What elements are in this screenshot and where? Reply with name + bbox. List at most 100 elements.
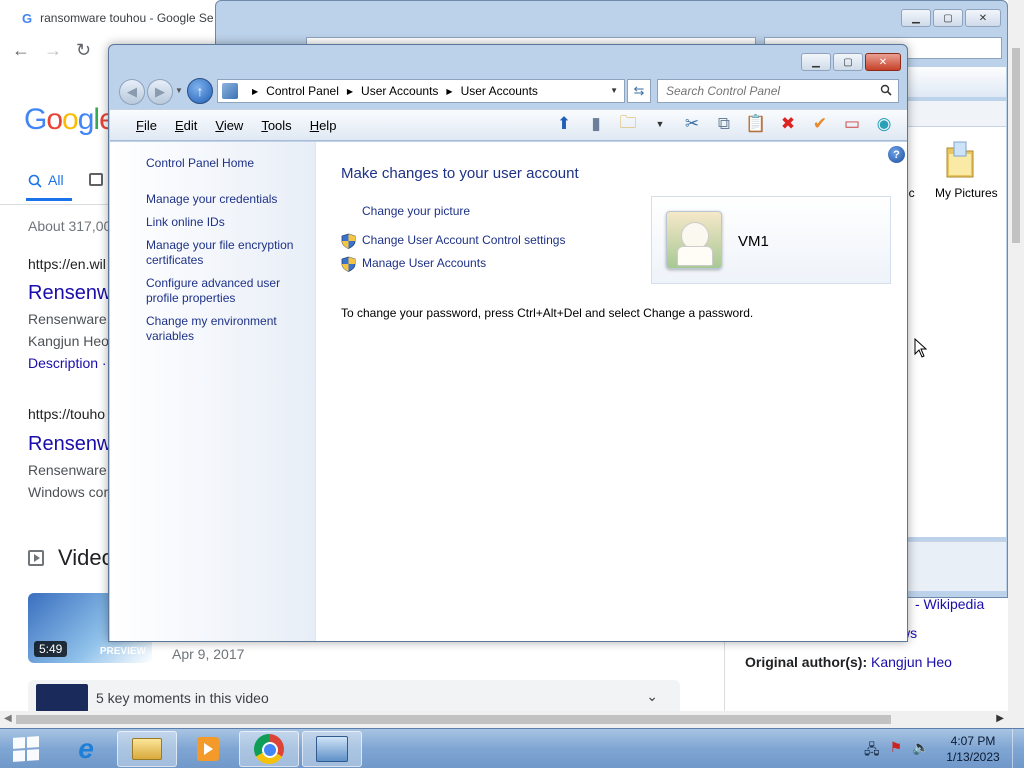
windows-logo-icon bbox=[13, 736, 39, 762]
result-snippet: Rensenware bbox=[28, 311, 107, 327]
menu-tools[interactable]: Tools bbox=[252, 118, 300, 133]
manage-credentials-link[interactable]: Manage your credentials bbox=[146, 192, 306, 207]
video-duration: 5:49 bbox=[34, 641, 68, 657]
scroll-right-icon[interactable]: ▶ bbox=[996, 713, 1004, 724]
cut-icon[interactable]: ✂ bbox=[680, 112, 704, 136]
advanced-profile-link[interactable]: Configure advanced user profile properti… bbox=[146, 276, 306, 306]
delete-icon[interactable]: ✖ bbox=[776, 112, 800, 136]
clock-time: 4:07 PM bbox=[950, 734, 996, 748]
properties-icon[interactable]: ▭ bbox=[840, 112, 864, 136]
menu-view[interactable]: View bbox=[206, 118, 252, 133]
help-icon[interactable]: ? bbox=[888, 146, 905, 163]
link-online-ids-link[interactable]: Link online IDs bbox=[146, 215, 306, 230]
scroll-left-icon[interactable]: ◀ bbox=[4, 713, 12, 724]
uac-shield-icon bbox=[341, 256, 356, 272]
control-panel-icon bbox=[316, 736, 348, 762]
paste-icon[interactable]: 📋 bbox=[744, 112, 768, 136]
back-button[interactable]: ◀ bbox=[119, 79, 145, 105]
vertical-scrollbar[interactable] bbox=[1008, 0, 1024, 711]
copy-icon[interactable]: ⧉ bbox=[712, 112, 736, 136]
browser-tab[interactable]: G ransomware touhou - Google Se bbox=[8, 4, 218, 32]
back-icon[interactable]: ← bbox=[12, 40, 30, 61]
google-logo[interactable]: Google bbox=[24, 103, 116, 137]
original-author-link[interactable]: Kangjun Heo bbox=[871, 654, 952, 670]
manage-user-accounts-link[interactable]: Manage User Accounts bbox=[362, 256, 486, 270]
up-button[interactable]: ↑ bbox=[187, 78, 213, 104]
key-moments-label: 5 key moments in this video bbox=[96, 690, 269, 706]
video-date: Apr 9, 2017 bbox=[172, 646, 245, 662]
control-panel-window: ▁ ▢ ✕ ◀ ▶ ▼ ↑ ▶ Control Panel ▶ User Acc… bbox=[108, 44, 908, 642]
toolbar: ⬆ ▮ 🗀 ▼ ✂ ⧉ 📋 ✖ ✔ ▭ ◉ bbox=[552, 112, 896, 136]
views-dropdown-icon[interactable]: ▼ bbox=[648, 112, 672, 136]
result-url[interactable]: https://touho bbox=[28, 406, 105, 422]
menu-file[interactable]: File bbox=[110, 118, 166, 133]
checkmark-icon[interactable]: ✔ bbox=[808, 112, 832, 136]
taskbar-chrome[interactable] bbox=[239, 731, 299, 767]
close-button[interactable]: ✕ bbox=[865, 53, 901, 71]
maximize-button[interactable]: ▢ bbox=[933, 9, 963, 27]
menu-edit[interactable]: Edit bbox=[166, 118, 206, 133]
change-picture-link[interactable]: Change your picture bbox=[362, 204, 470, 218]
uac-settings-link[interactable]: Change User Account Control settings bbox=[362, 233, 565, 247]
up-arrow-icon[interactable]: ⬆ bbox=[552, 112, 576, 136]
tab-all[interactable]: All bbox=[48, 172, 64, 188]
environment-variables-link[interactable]: Change my environment variables bbox=[146, 314, 306, 344]
account-card: VM1 bbox=[651, 196, 891, 284]
folder-label[interactable]: My Pictures bbox=[935, 186, 998, 200]
maximize-button[interactable]: ▢ bbox=[833, 53, 863, 71]
search-input[interactable] bbox=[658, 80, 868, 102]
file-encryption-link[interactable]: Manage your file encryption certificates bbox=[146, 238, 306, 268]
folder-options-icon[interactable]: 🗀 bbox=[616, 112, 640, 136]
volume-icon[interactable]: 🔈 bbox=[912, 739, 929, 763]
close-button[interactable]: ✕ bbox=[965, 9, 1001, 27]
mouse-cursor-icon bbox=[914, 338, 928, 358]
folder-icon[interactable] bbox=[945, 138, 975, 182]
taskbar-control-panel[interactable] bbox=[302, 731, 362, 767]
result-title[interactable]: Rensenw bbox=[28, 433, 111, 456]
breadcrumb-control-panel[interactable]: Control Panel bbox=[266, 84, 339, 98]
scrollbar-thumb[interactable] bbox=[1012, 48, 1020, 243]
control-panel-home-link[interactable]: Control Panel Home bbox=[146, 156, 306, 171]
reload-icon[interactable]: ↻ bbox=[76, 40, 91, 61]
taskbar-media-player[interactable] bbox=[178, 731, 238, 767]
refresh-button[interactable]: ⇆ bbox=[627, 79, 651, 103]
forward-button[interactable]: ▶ bbox=[147, 79, 173, 105]
show-desktop-button[interactable] bbox=[1012, 729, 1024, 768]
original-author-label: Original author(s): bbox=[745, 654, 868, 670]
wikipedia-link[interactable]: - Wikipedia bbox=[915, 596, 984, 612]
taskbar-file-explorer[interactable] bbox=[117, 731, 177, 767]
shell-icon[interactable]: ◉ bbox=[872, 112, 896, 136]
panes-icon[interactable]: ▮ bbox=[584, 112, 608, 136]
minimize-button[interactable]: ▁ bbox=[901, 9, 931, 27]
address-bar[interactable]: ▶ Control Panel ▶ User Accounts ▶ User A… bbox=[217, 79, 625, 103]
avatar[interactable] bbox=[666, 211, 722, 269]
recent-pages-dropdown[interactable]: ▼ bbox=[175, 86, 183, 95]
videos-heading-text: Video bbox=[58, 545, 114, 570]
search-icon bbox=[28, 174, 42, 188]
breadcrumb-user-accounts[interactable]: User Accounts bbox=[361, 84, 438, 98]
result-title[interactable]: Rensenw bbox=[28, 282, 111, 305]
forward-icon[interactable]: → bbox=[44, 40, 62, 61]
tab-all-underline bbox=[26, 198, 72, 201]
scrollbar-thumb[interactable] bbox=[16, 715, 891, 724]
menu-help[interactable]: Help bbox=[301, 118, 346, 133]
action-center-icon[interactable]: ⚑ bbox=[890, 739, 903, 763]
horizontal-scrollbar[interactable]: ◀ ▶ bbox=[0, 711, 1024, 728]
system-tray: 🖧 ⚑ 🔈 bbox=[864, 739, 930, 763]
images-tab-icon[interactable] bbox=[89, 173, 103, 186]
task-pane: Control Panel Home Manage your credentia… bbox=[110, 142, 316, 641]
internet-explorer-icon: e bbox=[78, 733, 94, 764]
network-icon[interactable]: 🖧 bbox=[864, 739, 880, 763]
search-icon[interactable] bbox=[880, 84, 892, 96]
start-button[interactable] bbox=[6, 733, 46, 765]
taskbar-internet-explorer[interactable]: e bbox=[56, 731, 116, 767]
chevron-down-icon[interactable]: ▼ bbox=[610, 86, 618, 95]
result-url[interactable]: https://en.wil bbox=[28, 256, 106, 272]
window-controls: ▁ ▢ ✕ bbox=[901, 9, 1001, 27]
breadcrumb-user-accounts-current[interactable]: User Accounts bbox=[461, 84, 538, 98]
minimize-button[interactable]: ▁ bbox=[801, 53, 831, 71]
search-box[interactable] bbox=[657, 79, 899, 103]
result-description-link[interactable]: Description · bbox=[28, 355, 107, 371]
clock[interactable]: 4:07 PM 1/13/2023 bbox=[938, 733, 1008, 765]
window-body: Control Panel Home Manage your credentia… bbox=[110, 142, 907, 641]
